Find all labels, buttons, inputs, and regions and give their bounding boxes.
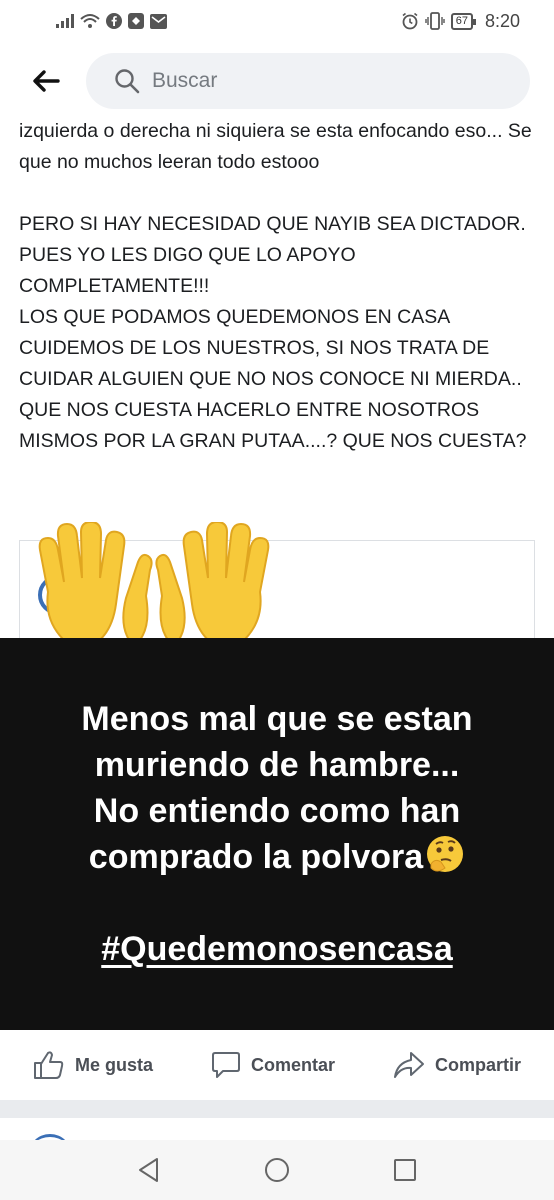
triangle-back-icon	[139, 1158, 158, 1182]
next-post-preview[interactable]	[0, 1118, 554, 1140]
status-bar: 67 8:20	[0, 0, 554, 42]
post-paragraph: izquierda o derecha ni siquiera se esta …	[19, 120, 538, 173]
text-overlay: Menos mal que se estan muriendo de hambr…	[0, 638, 554, 1030]
signal-icon	[56, 14, 74, 28]
hashtag-link[interactable]: #Quedemonosencasa	[101, 926, 452, 972]
overlay-line: No entiendo como han	[93, 792, 461, 830]
mail-notification-icon	[150, 13, 167, 29]
like-button[interactable]: Me gusta	[33, 1050, 153, 1080]
status-time: 8:20	[484, 10, 520, 31]
post-body: izquierda o derecha ni siquiera se esta …	[19, 116, 539, 457]
search-input[interactable]: Buscar	[86, 53, 530, 109]
share-arrow-icon	[393, 1052, 424, 1078]
post-paragraph: LOS QUE PODAMOS QUEDEMONOS EN CASA CUIDE…	[19, 306, 528, 452]
battery-indicator: 67	[450, 12, 477, 30]
search-icon	[115, 69, 140, 94]
square-recents-icon	[394, 1159, 416, 1181]
nav-back-button[interactable]	[129, 1150, 169, 1190]
share-label: Compartir	[434, 1054, 521, 1075]
nav-home-button[interactable]	[257, 1150, 297, 1190]
facebook-notification-icon	[106, 13, 122, 29]
feed-divider	[0, 1100, 554, 1118]
vpn-notification-icon	[128, 13, 144, 29]
post-action-bar: Me gusta Comentar Compartir	[0, 1030, 554, 1100]
speech-bubble-icon	[211, 1052, 240, 1078]
comment-button[interactable]: Comentar	[211, 1051, 335, 1079]
comment-label: Comentar	[250, 1054, 335, 1075]
overlay-line-with-emoji: comprado la polvora	[0, 834, 554, 880]
overlay-line: Menos mal que se estan	[81, 700, 473, 738]
post-paragraph: PERO SI HAY NECESIDAD QUE NAYIB SEA DICT…	[19, 213, 532, 297]
status-left	[56, 13, 167, 29]
system-nav-bar	[0, 1140, 554, 1200]
alarm-icon	[401, 12, 419, 30]
wifi-icon	[80, 13, 100, 29]
raising-hands-emoji	[38, 522, 270, 648]
top-header: Buscar	[0, 42, 554, 120]
status-right: 67 8:20	[401, 11, 520, 32]
search-placeholder: Buscar	[152, 69, 218, 92]
arrow-left-icon	[33, 70, 60, 92]
nav-recents-button[interactable]	[385, 1150, 425, 1190]
like-label: Me gusta	[74, 1054, 153, 1075]
overlay-line: comprado la polvora	[88, 838, 424, 876]
circle-home-icon	[265, 1158, 289, 1182]
share-button[interactable]: Compartir	[393, 1051, 521, 1079]
overlay-line: muriendo de hambre...	[94, 746, 460, 784]
back-button[interactable]	[26, 61, 66, 101]
thinking-face-emoji	[427, 836, 464, 872]
vibrate-icon	[425, 12, 445, 30]
thumbs-up-icon	[33, 1051, 64, 1079]
